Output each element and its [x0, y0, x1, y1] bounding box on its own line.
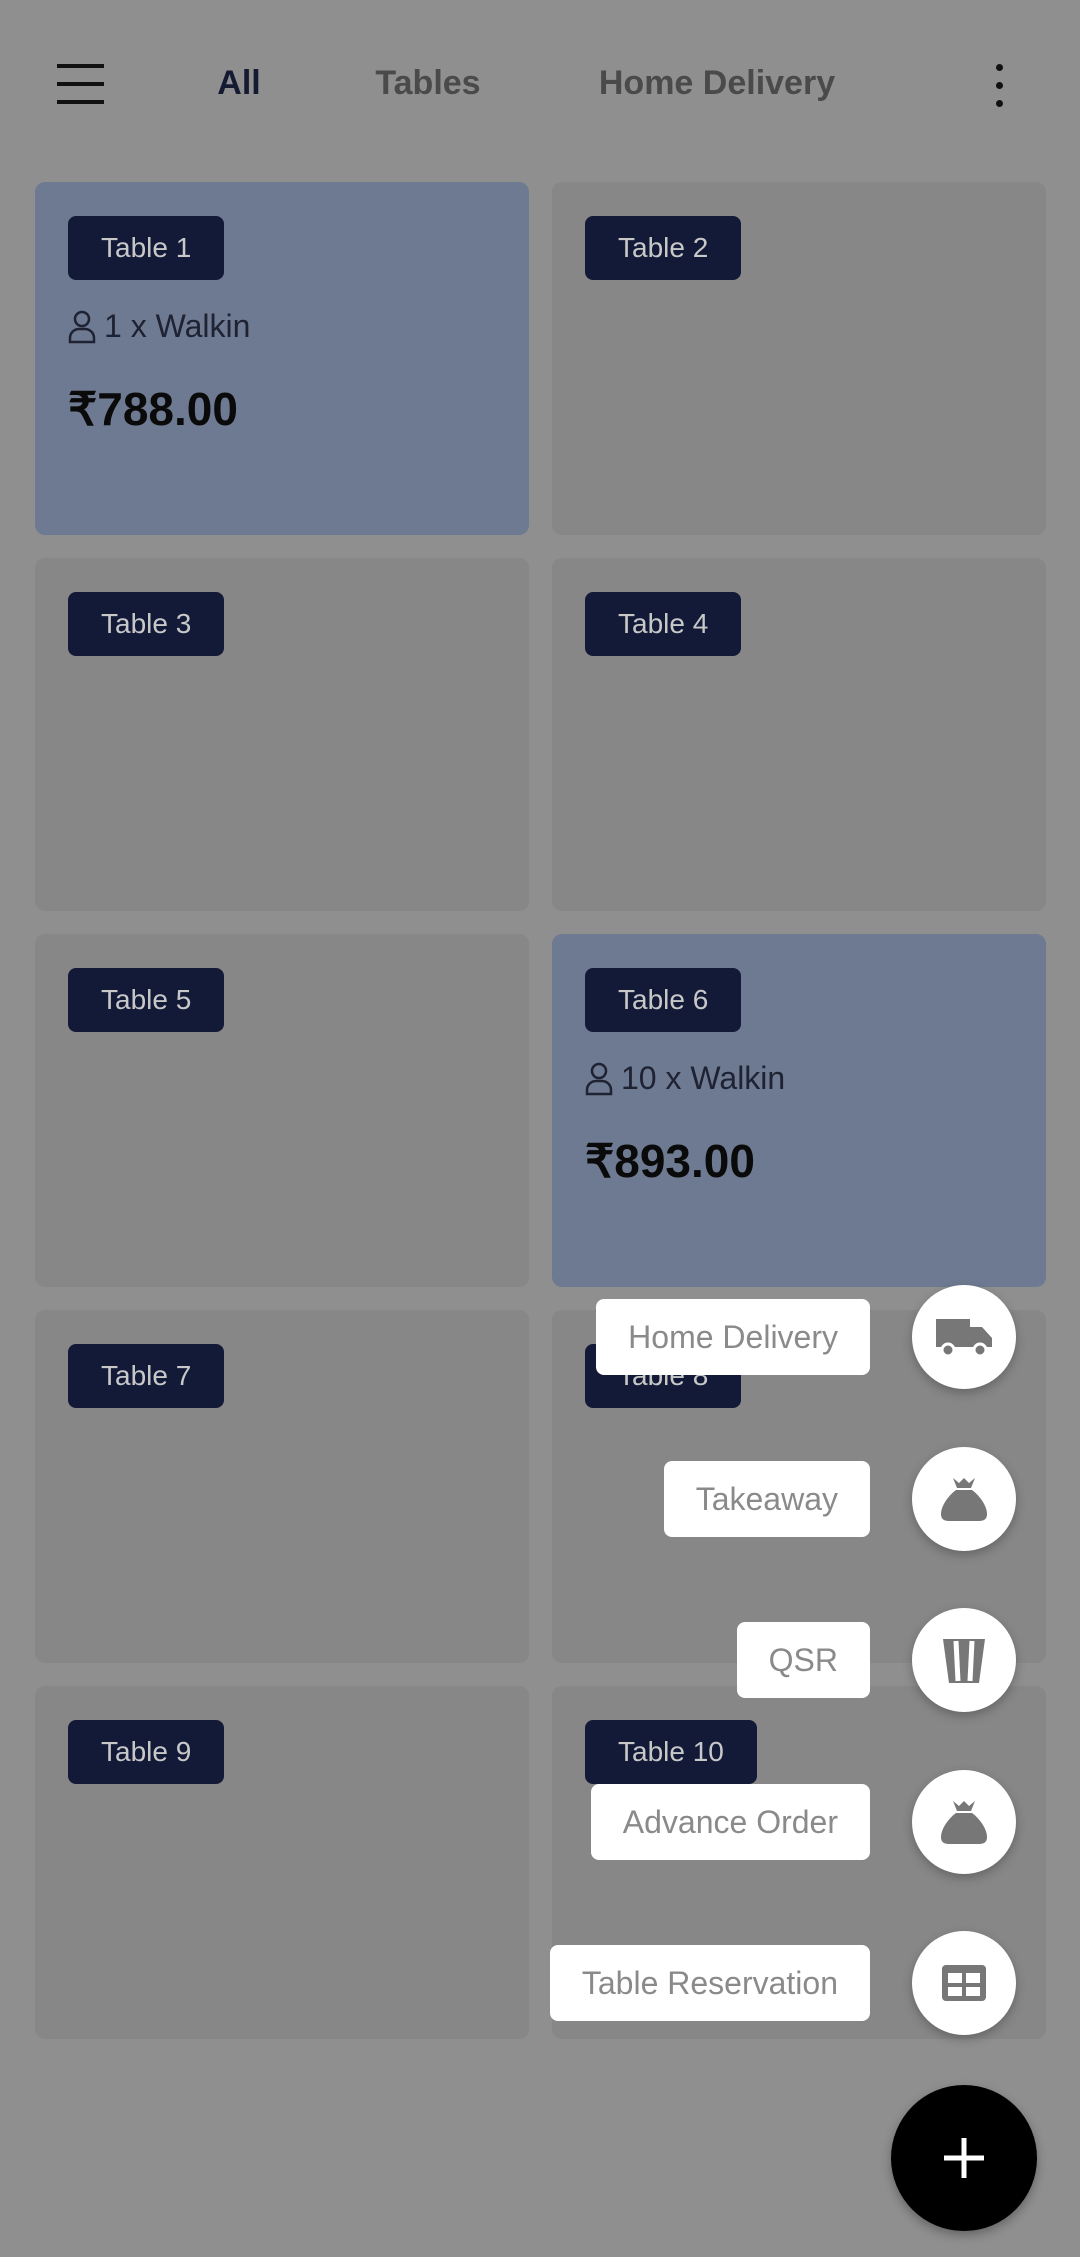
truck-icon — [934, 1315, 994, 1359]
table-name-badge: Table 2 — [585, 216, 742, 280]
tab-all[interactable]: All — [217, 64, 260, 103]
more-options-icon[interactable] — [992, 62, 1008, 108]
table-name-badge: Table 3 — [68, 592, 225, 656]
table-name-badge: Table 6 — [585, 968, 742, 1032]
guest-info: 1 x Walkin — [68, 308, 250, 345]
table-card[interactable]: Table 6 10 x Walkin ₹893.00 — [552, 934, 1046, 1287]
table-name-badge: Table 5 — [68, 968, 225, 1032]
person-icon — [68, 310, 96, 343]
table-name-badge: Table 9 — [68, 1720, 225, 1784]
table-amount: ₹893.00 — [585, 1135, 755, 1187]
table-card[interactable]: Table 3 — [35, 558, 529, 911]
guest-count: 10 x Walkin — [621, 1060, 786, 1096]
guest-info: 10 x Walkin — [585, 1060, 785, 1097]
menu-icon[interactable] — [57, 64, 104, 104]
table-amount: ₹788.00 — [68, 383, 238, 435]
fab-label-advance-order[interactable]: Advance Order — [590, 1783, 870, 1860]
fab-option-advance-order[interactable] — [912, 1769, 1016, 1874]
table-card[interactable]: Table 4 — [552, 558, 1046, 911]
fab-label-qsr[interactable]: QSR — [736, 1622, 870, 1698]
table-name-badge: Table 4 — [585, 592, 742, 656]
table-card[interactable]: Table 1 1 x Walkin ₹788.00 — [35, 182, 529, 535]
table-card[interactable]: Table 2 — [552, 182, 1046, 535]
bag-icon — [939, 1476, 989, 1522]
plus-icon — [944, 2138, 984, 2178]
fab-option-takeaway[interactable] — [912, 1446, 1016, 1551]
table-name-badge: Table 10 — [585, 1720, 757, 1784]
table-name-badge: Table 1 — [68, 216, 225, 280]
fab-label-takeaway[interactable]: Takeaway — [663, 1460, 870, 1537]
table-card[interactable]: Table 9 — [35, 1686, 529, 2039]
guest-count: 1 x Walkin — [104, 308, 251, 344]
popcorn-icon — [941, 1635, 987, 1685]
bag-icon — [939, 1799, 989, 1845]
person-icon — [585, 1062, 613, 1095]
table-name-badge: Table 7 — [68, 1344, 225, 1408]
tab-home-delivery[interactable]: Home Delivery — [599, 64, 835, 103]
tab-tables[interactable]: Tables — [375, 64, 480, 103]
table-card[interactable]: Table 5 — [35, 934, 529, 1287]
fab-option-qsr[interactable] — [912, 1608, 1016, 1712]
fab-option-home-delivery[interactable] — [912, 1285, 1016, 1389]
table-icon — [940, 1963, 988, 2003]
top-bar: All Tables Home Delivery — [0, 0, 1080, 170]
add-button[interactable] — [891, 2085, 1037, 2231]
fab-label-home-delivery[interactable]: Home Delivery — [596, 1299, 870, 1375]
table-card[interactable]: Table 7 — [35, 1310, 529, 1663]
fab-option-table-reservation[interactable] — [912, 1931, 1016, 2035]
fab-label-table-reservation[interactable]: Table Reservation — [549, 1945, 870, 2021]
